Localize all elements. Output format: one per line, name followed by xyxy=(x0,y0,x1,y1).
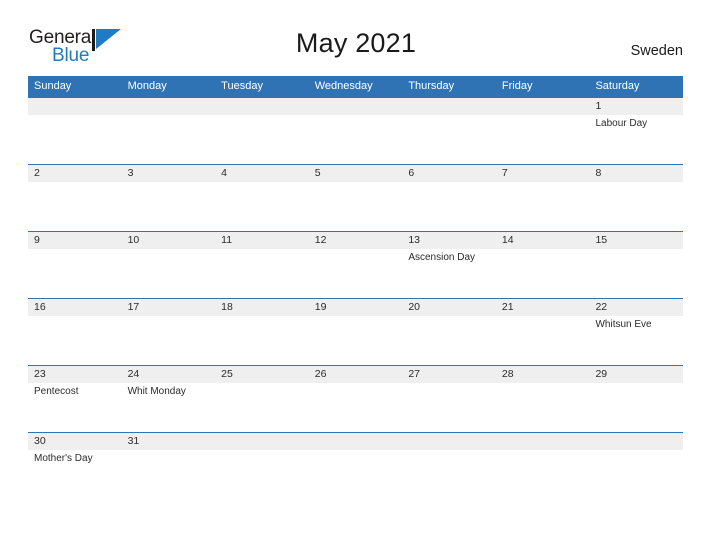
day-number: 2 xyxy=(34,167,40,179)
day-cell[interactable]: 1 Labour Day xyxy=(589,98,683,164)
day-event: Whit Monday xyxy=(127,386,186,397)
day-number: 9 xyxy=(34,234,40,246)
day-cell[interactable]: 23 Pentecost xyxy=(28,366,122,432)
day-number: 22 xyxy=(595,301,608,313)
day-cell[interactable]: 25 xyxy=(215,366,309,432)
country-label: Sweden xyxy=(630,43,683,59)
day-number: 31 xyxy=(127,435,140,447)
day-event: Pentecost xyxy=(34,386,79,397)
day-cell[interactable]: 9 xyxy=(28,232,122,298)
day-event: Ascension Day xyxy=(408,252,476,263)
day-cell[interactable] xyxy=(496,98,590,164)
day-cell[interactable]: 8 xyxy=(589,165,683,231)
day-cell[interactable]: 5 xyxy=(309,165,403,231)
day-cell[interactable]: 12 xyxy=(309,232,403,298)
day-cell[interactable]: 2 xyxy=(28,165,122,231)
day-number: 21 xyxy=(501,301,514,313)
day-cell[interactable]: 31 xyxy=(122,433,216,499)
day-number: 30 xyxy=(34,435,46,447)
day-number: 1 xyxy=(595,100,602,112)
day-cell[interactable]: 21 xyxy=(496,299,590,365)
day-number: 25 xyxy=(221,368,233,380)
day-number: 5 xyxy=(314,167,321,179)
weekday-wednesday: Wednesday xyxy=(314,80,373,92)
day-number: 3 xyxy=(127,167,134,179)
week-row: 30 Mother's Day 31 xyxy=(28,432,683,499)
day-number: 20 xyxy=(408,301,420,313)
day-cell[interactable]: 22 Whitsun Eve xyxy=(589,299,683,365)
day-number: 13 xyxy=(408,234,420,246)
day-cell[interactable]: 30 Mother's Day xyxy=(28,433,122,499)
day-number: 27 xyxy=(408,368,420,380)
week-row: 9 10 11 12 13 Ascension Day 14 15 xyxy=(28,231,683,298)
day-cell[interactable]: 4 xyxy=(215,165,309,231)
day-number: 4 xyxy=(221,167,227,179)
day-number: 11 xyxy=(221,234,233,246)
day-number: 10 xyxy=(127,234,140,246)
day-cell[interactable]: 27 xyxy=(402,366,496,432)
weekday-saturday: Saturday xyxy=(595,80,640,92)
page-title: May 2021 xyxy=(295,28,417,58)
day-cell[interactable]: 17 xyxy=(122,299,216,365)
day-cell[interactable]: 14 xyxy=(496,232,590,298)
day-cell[interactable] xyxy=(402,433,496,499)
day-number: 16 xyxy=(34,301,46,313)
day-cell[interactable]: 10 xyxy=(122,232,216,298)
page-header: General Blue May 2021 Sweden xyxy=(0,0,712,76)
day-cell[interactable]: 26 xyxy=(309,366,403,432)
day-cell[interactable]: 16 xyxy=(28,299,122,365)
weekday-monday: Monday xyxy=(127,80,167,92)
weekday-sunday: Sunday xyxy=(34,80,72,92)
day-cell[interactable]: 11 xyxy=(215,232,309,298)
day-cell[interactable]: 3 xyxy=(122,165,216,231)
day-cell[interactable] xyxy=(122,98,216,164)
day-cell[interactable]: 20 xyxy=(402,299,496,365)
day-cell[interactable]: 19 xyxy=(309,299,403,365)
week-row: 2 3 4 5 6 7 8 xyxy=(28,164,683,231)
day-number: 6 xyxy=(408,167,415,179)
day-number: 17 xyxy=(127,301,140,313)
day-cell[interactable]: 18 xyxy=(215,299,309,365)
day-cell[interactable] xyxy=(309,433,403,499)
day-event: Whitsun Eve xyxy=(595,319,652,330)
weekday-thursday: Thursday xyxy=(408,80,455,92)
day-cell[interactable]: 7 xyxy=(496,165,590,231)
day-cell[interactable] xyxy=(215,98,309,164)
day-number: 29 xyxy=(595,368,608,380)
day-number: 14 xyxy=(501,234,514,246)
day-cell[interactable] xyxy=(215,433,309,499)
day-number: 24 xyxy=(127,368,140,380)
day-number: 18 xyxy=(221,301,233,313)
week-row: 23 Pentecost 24 Whit Monday 25 26 27 28 29 xyxy=(28,365,683,432)
day-number: 26 xyxy=(314,368,327,380)
day-number: 23 xyxy=(34,368,46,380)
day-number: 19 xyxy=(314,301,327,313)
day-cell[interactable]: 28 xyxy=(496,366,590,432)
calendar-grid: Sunday Monday Tuesday Wednesday Thursday… xyxy=(28,76,683,499)
day-cell[interactable] xyxy=(589,433,683,499)
day-cell[interactable] xyxy=(309,98,403,164)
day-number: 7 xyxy=(501,167,508,179)
day-cell[interactable] xyxy=(28,98,122,164)
day-cell[interactable]: 13 Ascension Day xyxy=(402,232,496,298)
week-row: 16 17 18 19 20 21 22 Whitsun Eve xyxy=(28,298,683,365)
calendar-page: General Blue May 2021 Sweden Sunday Mond… xyxy=(0,0,712,550)
day-cell[interactable] xyxy=(402,98,496,164)
day-number: 28 xyxy=(501,368,514,380)
day-cell[interactable]: 24 Whit Monday xyxy=(122,366,216,432)
week-row: 1 Labour Day xyxy=(28,97,683,164)
day-number: 15 xyxy=(595,234,608,246)
day-event: Labour Day xyxy=(595,118,648,129)
day-event: Mother's Day xyxy=(34,453,93,464)
day-cell[interactable]: 6 xyxy=(402,165,496,231)
weekday-header-row: Sunday Monday Tuesday Wednesday Thursday… xyxy=(28,76,683,97)
day-number: 8 xyxy=(595,167,602,179)
day-number: 12 xyxy=(314,234,327,246)
day-cell[interactable]: 29 xyxy=(589,366,683,432)
day-cell[interactable] xyxy=(496,433,590,499)
weekday-friday: Friday xyxy=(501,80,533,92)
weekday-tuesday: Tuesday xyxy=(221,80,263,92)
day-cell[interactable]: 15 xyxy=(589,232,683,298)
